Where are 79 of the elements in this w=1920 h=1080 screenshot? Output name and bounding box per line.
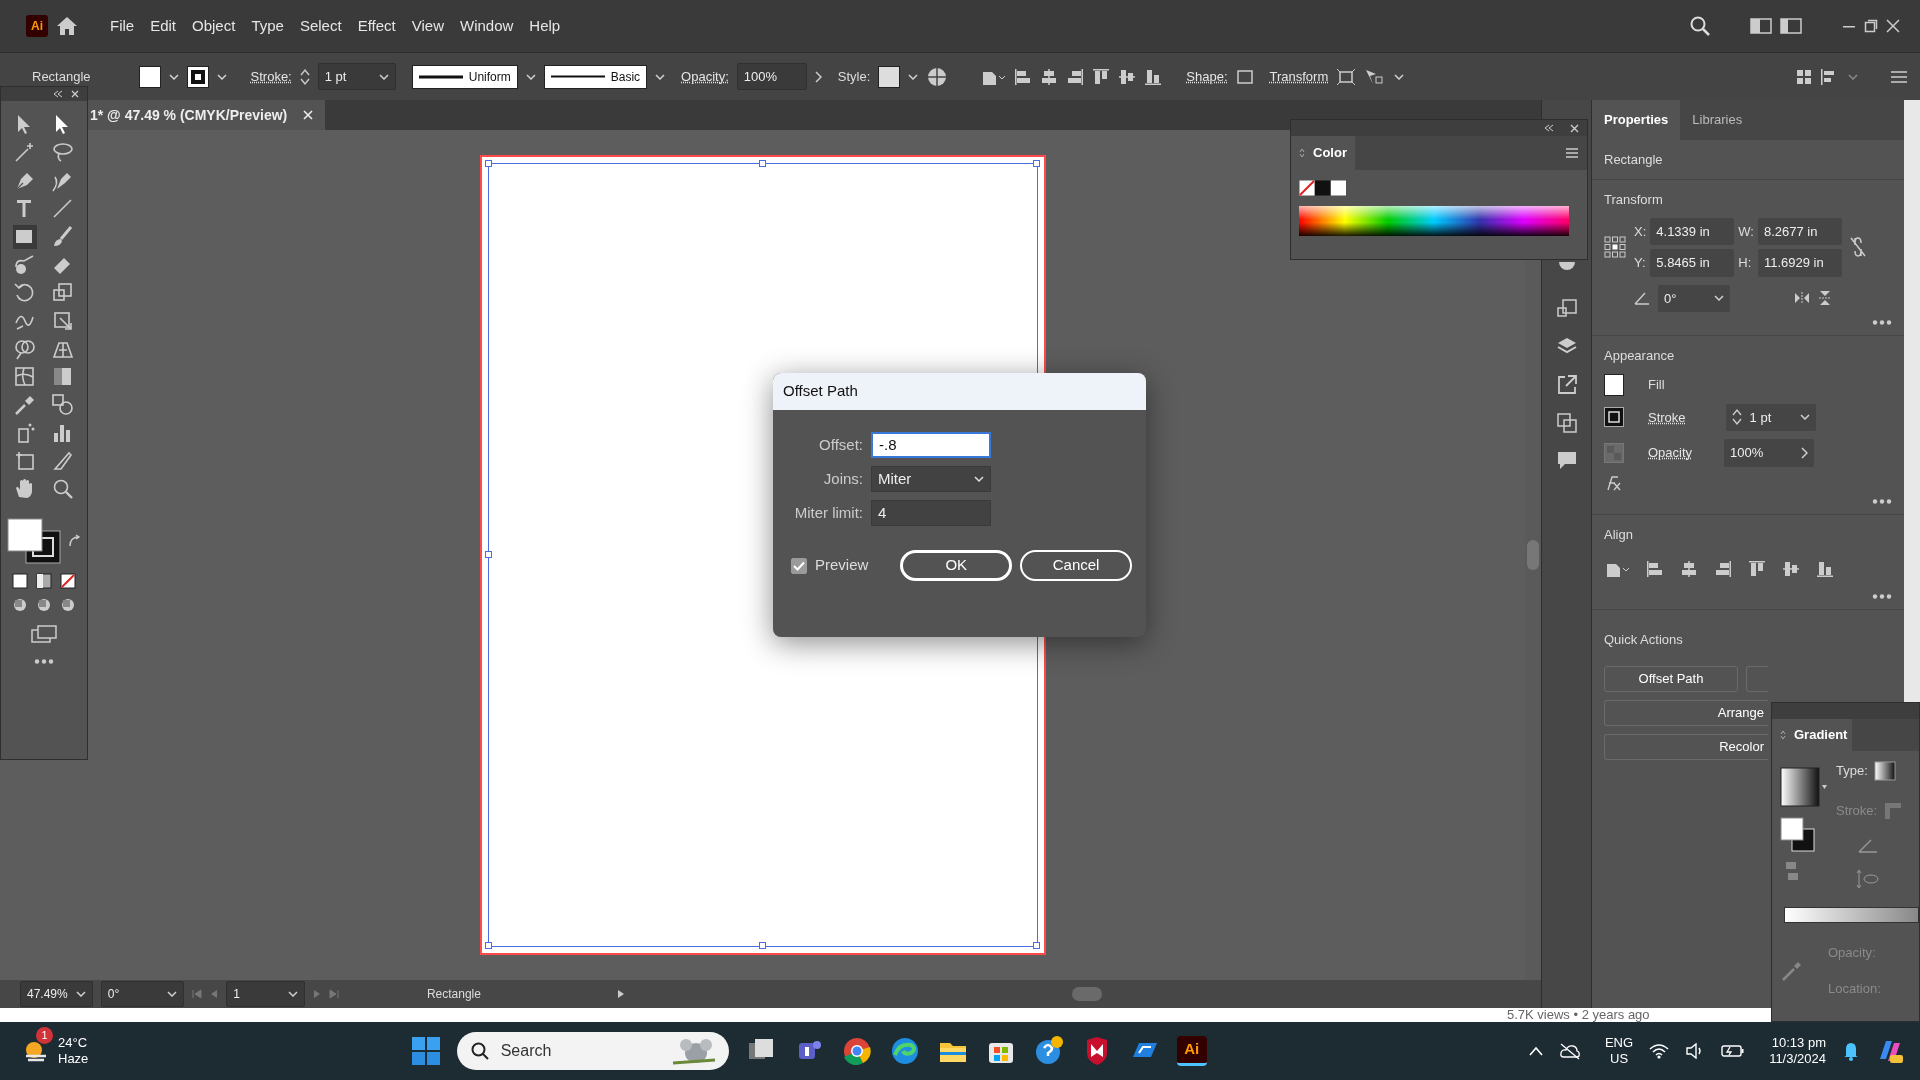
object-type-label: Rectangle	[1604, 151, 1663, 167]
input-field[interactable]: -.8	[871, 432, 991, 458]
fill-label: Fill	[1648, 375, 1665, 394]
menu-item[interactable]: Type	[243, 10, 292, 42]
field-label: H:	[1738, 254, 1753, 272]
app-logo: Ai	[26, 15, 48, 37]
brush-dropdown[interactable]: Basic	[543, 64, 648, 89]
field-label: W:	[1738, 222, 1754, 241]
opacity-field[interactable]: 100%	[736, 62, 807, 91]
input-field[interactable]: 4	[871, 500, 991, 526]
quick-action-button[interactable]: Recolor	[1604, 733, 1768, 760]
brush-label: Basic	[610, 68, 641, 86]
stroke-weight-field[interactable]: 1 pt	[1725, 403, 1816, 431]
menu-item[interactable]: Edit	[142, 10, 185, 42]
menu-item[interactable]: Window	[451, 10, 522, 42]
section-title: Quick Actions	[1604, 631, 1684, 649]
current-tool-label: Rectangle	[426, 986, 481, 1003]
clock[interactable]: 10:13 pm 11/3/2024	[1769, 1034, 1826, 1068]
artboard-field[interactable]: 1	[226, 981, 305, 1007]
dialog-title: Offset Path	[773, 373, 1146, 410]
section-title: Appearance	[1604, 347, 1676, 365]
menu-item[interactable]: Object	[184, 10, 244, 42]
rotate-angle-field[interactable]: 0°	[1658, 284, 1730, 312]
menu-item[interactable]: Effect	[349, 10, 404, 42]
quick-action-button[interactable]: Arrange	[1604, 699, 1768, 726]
menu-item[interactable]: File	[102, 10, 143, 42]
joins-dropdown[interactable]: Miter	[871, 466, 991, 492]
app-icon[interactable]: Ai	[1176, 1036, 1207, 1066]
rotation-value: 0°	[107, 986, 120, 1003]
weather-temperature: 24°C	[58, 1034, 89, 1051]
video-meta: 5.7K views • 2 years ago	[1507, 1008, 1650, 1022]
language-label: ENG	[1604, 1035, 1634, 1051]
stroke-label[interactable]: Stroke:	[250, 66, 292, 87]
style-label: Style:	[837, 67, 871, 86]
angle-value: 0°	[1664, 289, 1677, 308]
menu-item[interactable]: View	[403, 10, 452, 42]
zoom-field[interactable]: 47.49%	[20, 981, 93, 1007]
notification-badge: 1	[36, 1026, 53, 1044]
rotation-field[interactable]: 0°	[100, 981, 185, 1007]
transform-field[interactable]: 4.1339 in	[1650, 217, 1735, 245]
opacity-label[interactable]: Opacity	[1648, 443, 1693, 463]
field-label: Y:	[1634, 254, 1647, 272]
dialog-button[interactable]: Cancel	[1020, 550, 1132, 581]
clock-time: 10:13 pm	[1771, 1034, 1826, 1051]
field-label: Offset:	[818, 434, 863, 455]
field-label: Miter limit:	[793, 502, 863, 523]
object-type-label: Rectangle	[32, 67, 91, 86]
profile-label: Uniform	[468, 68, 511, 86]
stroke-profile-dropdown[interactable]: Uniform	[411, 64, 518, 89]
field-label: Joins:	[822, 468, 863, 489]
transform-label[interactable]: Transform	[1269, 66, 1329, 87]
field-label: Type:	[1836, 762, 1868, 781]
artboard-number: 1	[233, 986, 240, 1003]
transform-field[interactable]: 5.8465 in	[1650, 249, 1735, 277]
stroke-weight-value: 1 pt	[1749, 408, 1773, 427]
weather-condition: Haze	[58, 1051, 89, 1068]
transform-field[interactable]: 11.6929 in	[1757, 249, 1842, 277]
search-field[interactable]: Search	[456, 1032, 729, 1070]
menu-item[interactable]: Select	[291, 10, 350, 42]
opacity-label[interactable]: Opacity:	[681, 66, 729, 87]
transform-field[interactable]: 8.2677 in	[1757, 217, 1842, 245]
clock-date: 11/3/2024	[1769, 1051, 1826, 1068]
panel-tab[interactable]: Properties	[1592, 100, 1681, 140]
stroke-weight-field[interactable]: 1 pt	[317, 62, 396, 91]
opacity-field[interactable]: 100%	[1724, 439, 1815, 467]
field-label: X:	[1634, 222, 1647, 241]
quick-action-button[interactable]: Offset Path	[1604, 665, 1738, 692]
stroke-label[interactable]: Stroke	[1648, 407, 1686, 427]
language-indicator[interactable]: ENG US	[1604, 1035, 1634, 1067]
dialog-button[interactable]: OK	[900, 550, 1013, 581]
zoom-value: 47.49%	[27, 986, 68, 1003]
menu-item[interactable]: Help	[521, 10, 569, 42]
section-title: Transform	[1604, 191, 1664, 209]
preview-label: Preview	[815, 555, 869, 576]
region-label: US	[1610, 1051, 1629, 1067]
opacity-value: 100%	[1730, 444, 1765, 462]
section-title: Align	[1604, 525, 1634, 544]
stroke-weight-value: 1 pt	[324, 67, 347, 86]
shape-label[interactable]: Shape:	[1186, 66, 1228, 87]
